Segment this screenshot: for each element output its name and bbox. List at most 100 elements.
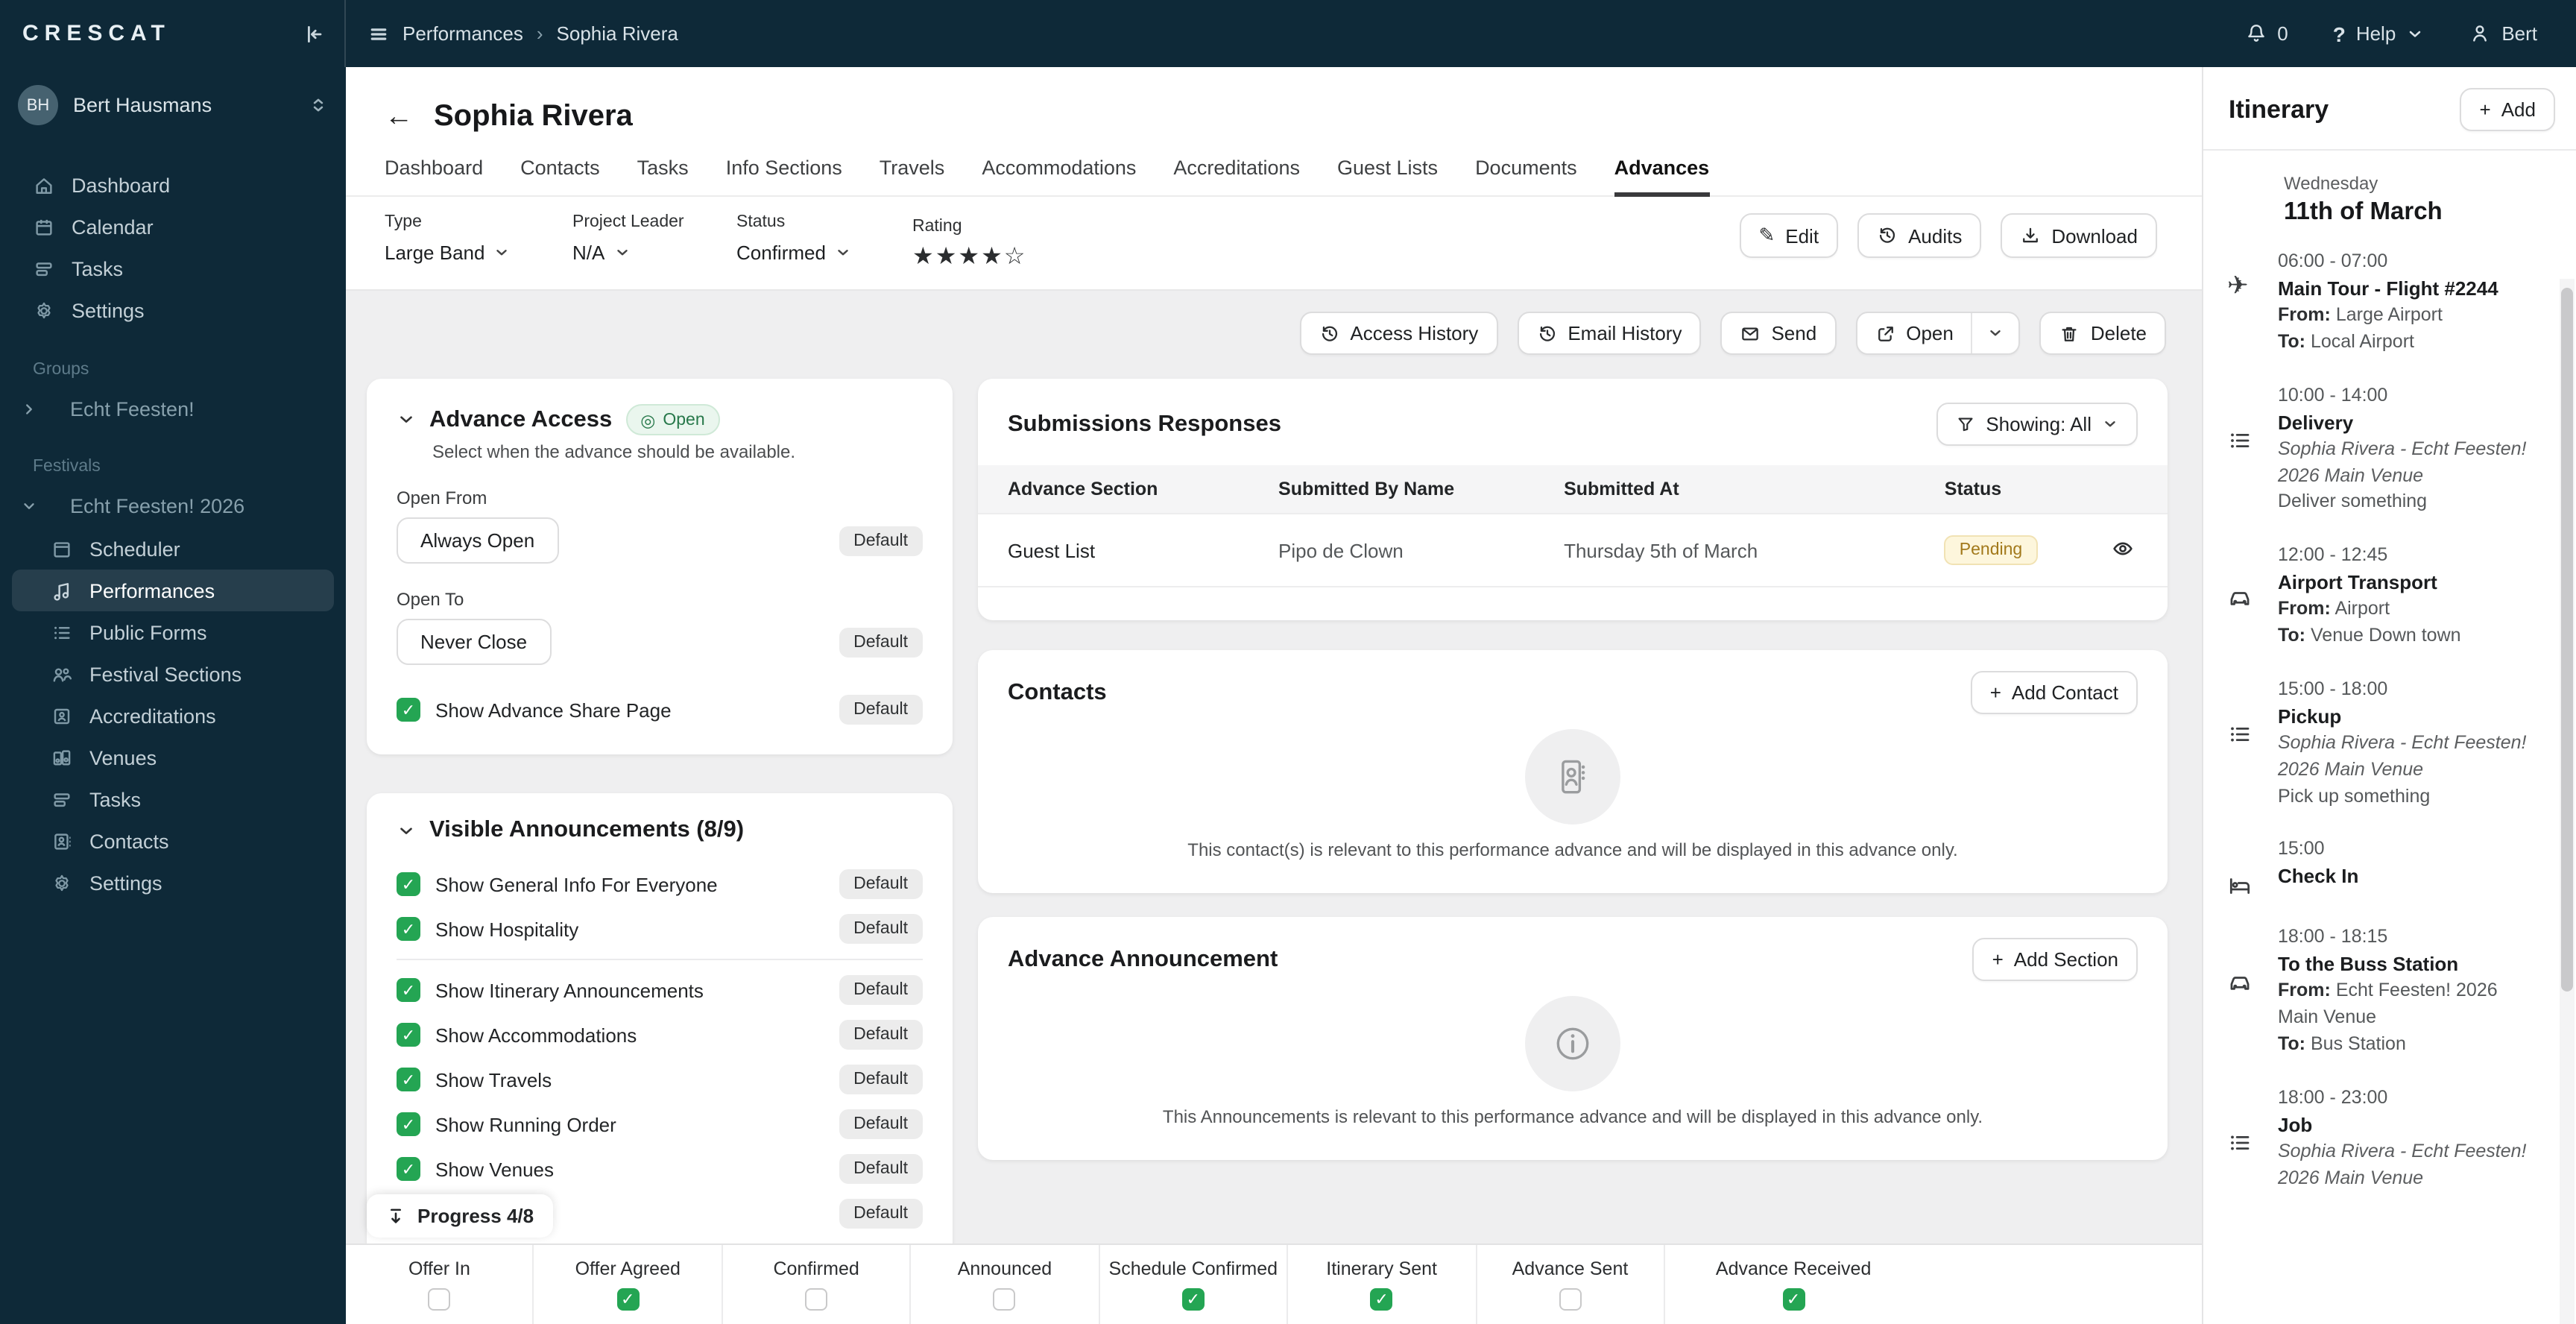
- open-button[interactable]: Open: [1857, 313, 1972, 353]
- tab-info-sections[interactable]: Info Sections: [726, 157, 842, 195]
- workspace-user-name: Bert Hausmans: [73, 94, 212, 116]
- itinerary-item[interactable]: 18:00 - 18:15 To the Buss Station From: …: [2227, 927, 2537, 1059]
- itinerary-item[interactable]: 15:00 - 18:00 Pickup Sophia Rivera - Ech…: [2227, 678, 2537, 810]
- plus-icon: +: [1989, 681, 2001, 704]
- workspace-switcher[interactable]: BH Bert Hausmans: [0, 67, 346, 140]
- sidebar-item-festival-contacts[interactable]: Contacts: [12, 820, 334, 862]
- sidebar-group-echt-feesten[interactable]: Echt Feesten!: [0, 389, 346, 428]
- progress-checkbox[interactable]: ✓: [428, 1288, 451, 1311]
- checkbox[interactable]: ✓: [397, 872, 420, 896]
- content-area: Access History Email History Send Open D…: [346, 291, 2202, 1324]
- tab-dashboard[interactable]: Dashboard: [385, 157, 483, 195]
- announcement-toggle-row: ✓ Show Travels Default: [397, 1057, 923, 1102]
- progress-checkbox[interactable]: ✓: [805, 1288, 828, 1311]
- progress-checkbox[interactable]: ✓: [1782, 1288, 1805, 1311]
- itinerary-item[interactable]: 10:00 - 14:00 Delivery Sophia Rivera - E…: [2227, 384, 2537, 516]
- collapse-chevron-icon[interactable]: [397, 821, 416, 840]
- sidebar-item-label: Tasks: [89, 788, 142, 810]
- sidebar-item-scheduler[interactable]: Scheduler: [12, 528, 334, 570]
- sidebar-item-calendar[interactable]: Calendar: [12, 206, 334, 248]
- tab-travels[interactable]: Travels: [880, 157, 945, 195]
- tab-accreditations[interactable]: Accreditations: [1173, 157, 1300, 195]
- itinerary-item[interactable]: 15:00 Check In: [2227, 839, 2537, 898]
- progress-checkbox[interactable]: ✓: [616, 1288, 640, 1311]
- info-icon: [1525, 996, 1620, 1091]
- tab-advances[interactable]: Advances: [1614, 157, 1710, 197]
- checkbox[interactable]: ✓: [397, 1112, 420, 1136]
- collapse-chevron-icon[interactable]: [397, 410, 416, 429]
- itinerary-item[interactable]: ✈ 06:00 - 07:00 Main Tour - Flight #2244…: [2227, 250, 2537, 356]
- checkbox[interactable]: ✓: [397, 978, 420, 1002]
- sidebar-item-festival-sections[interactable]: Festival Sections: [12, 653, 334, 695]
- project-leader-select[interactable]: N/A: [572, 242, 736, 264]
- progress-toggle-button[interactable]: Progress 4/8: [367, 1194, 554, 1238]
- edit-button[interactable]: ✎ Edit: [1739, 213, 1839, 258]
- open-from-select[interactable]: Always Open: [397, 517, 559, 564]
- download-button[interactable]: Download: [2001, 213, 2157, 258]
- sidebar-collapse-icon[interactable]: [301, 22, 325, 45]
- sidebar-item-accreditations[interactable]: Accreditations: [12, 695, 334, 737]
- access-history-button[interactable]: Access History: [1299, 312, 1498, 355]
- tab-guest-lists[interactable]: Guest Lists: [1337, 157, 1438, 195]
- table-row[interactable]: Guest List Pipo de Clown Thursday 5th of…: [978, 513, 2168, 587]
- sidebar-item-venues[interactable]: Venues: [12, 737, 334, 778]
- email-history-button[interactable]: Email History: [1517, 312, 1702, 355]
- rating-stars[interactable]: ★★★★☆: [912, 245, 1026, 270]
- sidebar-item-festival-settings[interactable]: Settings: [12, 862, 334, 904]
- progress-checkbox[interactable]: ✓: [993, 1288, 1016, 1311]
- add-contact-button[interactable]: + Add Contact: [1970, 671, 2138, 714]
- sidebar-item-public-forms[interactable]: Public Forms: [12, 611, 334, 653]
- itinerary-day-name: Wednesday: [2284, 173, 2378, 194]
- tab-contacts[interactable]: Contacts: [520, 157, 600, 195]
- progress-checkbox[interactable]: ✓: [1370, 1288, 1393, 1311]
- itinerary-item[interactable]: 12:00 - 12:45 Airport Transport From: Ai…: [2227, 544, 2537, 649]
- question-icon: ?: [2332, 22, 2346, 45]
- plus-icon: +: [1992, 948, 2004, 971]
- status-select[interactable]: Confirmed: [736, 242, 912, 264]
- sidebar-item-dashboard[interactable]: Dashboard: [12, 164, 334, 206]
- share-page-checkbox[interactable]: ✓: [397, 698, 420, 722]
- tab-documents[interactable]: Documents: [1475, 157, 1577, 195]
- progress-checkbox[interactable]: ✓: [1181, 1288, 1205, 1311]
- crescat-logo: CRESCAT: [22, 21, 171, 46]
- sidebar-item-festival-tasks[interactable]: Tasks: [12, 778, 334, 820]
- progress-checkbox[interactable]: ✓: [1559, 1288, 1582, 1311]
- open-to-select[interactable]: Never Close: [397, 619, 552, 665]
- back-button[interactable]: ←: [385, 102, 413, 130]
- default-chip: Default: [839, 1199, 923, 1229]
- scrollbar-thumb[interactable]: [2561, 288, 2573, 992]
- add-section-button[interactable]: + Add Section: [1972, 938, 2138, 981]
- user-menu[interactable]: Bert: [2469, 22, 2537, 45]
- itinerary-add-button[interactable]: + Add: [2460, 88, 2555, 131]
- checkbox[interactable]: ✓: [397, 1068, 420, 1091]
- sidebar-item-tasks[interactable]: Tasks: [12, 248, 334, 289]
- sidebar-festival-echt-feesten-2026[interactable]: Echt Feesten! 2026: [0, 486, 346, 525]
- progress-step: Offer In ✓: [346, 1245, 534, 1324]
- tab-accommodations[interactable]: Accommodations: [982, 157, 1136, 195]
- itinerary-item[interactable]: 18:00 - 23:00 Job Sophia Rivera - Echt F…: [2227, 1086, 2537, 1191]
- tab-tasks[interactable]: Tasks: [637, 157, 689, 195]
- sidebar-item-performances[interactable]: Performances: [12, 570, 334, 611]
- checkbox[interactable]: ✓: [397, 1023, 420, 1047]
- showing-filter-button[interactable]: Showing: All: [1936, 403, 2138, 446]
- topbar-brand-area: CRESCAT: [0, 0, 346, 67]
- type-select[interactable]: Large Band: [385, 242, 572, 264]
- sidebar-item-settings[interactable]: Settings: [12, 289, 334, 331]
- checkbox[interactable]: ✓: [397, 1157, 420, 1181]
- audits-button[interactable]: Audits: [1857, 213, 1982, 258]
- advance-access-card: Advance Access ◎ Open Select when the ad…: [367, 379, 953, 754]
- progress-step: Advance Sent ✓: [1477, 1245, 1665, 1324]
- delete-button[interactable]: Delete: [2039, 312, 2166, 355]
- open-dropdown-button[interactable]: [1971, 313, 2019, 353]
- help-menu[interactable]: ? Help: [2333, 22, 2425, 45]
- eye-icon[interactable]: [2111, 536, 2135, 560]
- divider: [397, 959, 923, 960]
- notifications-button[interactable]: 0: [2244, 22, 2288, 45]
- breadcrumb-section[interactable]: Performances: [402, 22, 523, 45]
- checkbox[interactable]: ✓: [397, 917, 420, 941]
- menu-icon[interactable]: [368, 23, 389, 44]
- send-button[interactable]: Send: [1720, 312, 1837, 355]
- chevron-down-icon: [2406, 25, 2424, 42]
- column-header: Submitted By Name: [1278, 479, 1455, 499]
- topbar-actions: 0 ? Help Bert: [2244, 22, 2576, 45]
